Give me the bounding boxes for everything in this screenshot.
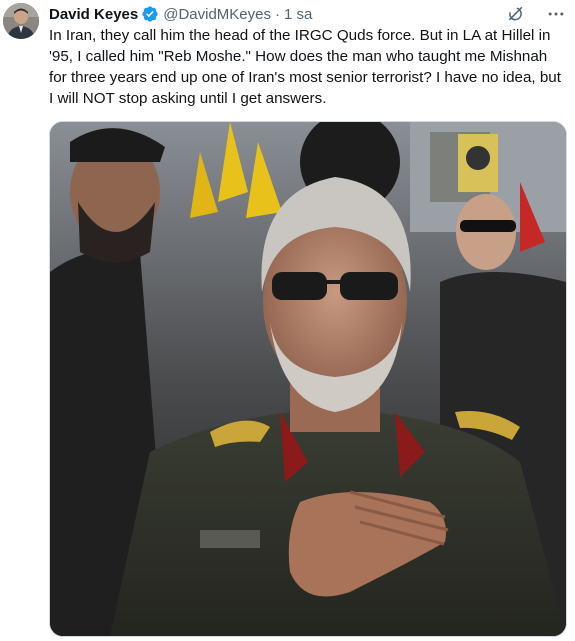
author-avatar[interactable]: [3, 3, 39, 39]
grok-icon[interactable]: [505, 3, 527, 25]
tweet-header: David Keyes @DavidMKeyes · 1 sa: [49, 3, 312, 25]
author-name[interactable]: David Keyes: [49, 6, 138, 23]
tweet-timestamp[interactable]: 1 sa: [284, 6, 312, 23]
tweet-actions-top: [505, 3, 567, 25]
more-options-icon[interactable]: [545, 3, 567, 25]
tweet-photo[interactable]: [49, 121, 567, 637]
separator-dot: ·: [274, 5, 280, 23]
verified-badge-icon: [141, 5, 159, 23]
author-handle[interactable]: @DavidMKeyes: [163, 6, 271, 23]
tweet-text: In Iran, they call him the head of the I…: [49, 27, 561, 107]
tweet: David Keyes @DavidMKeyes · 1 sa In Iran,…: [0, 0, 575, 641]
